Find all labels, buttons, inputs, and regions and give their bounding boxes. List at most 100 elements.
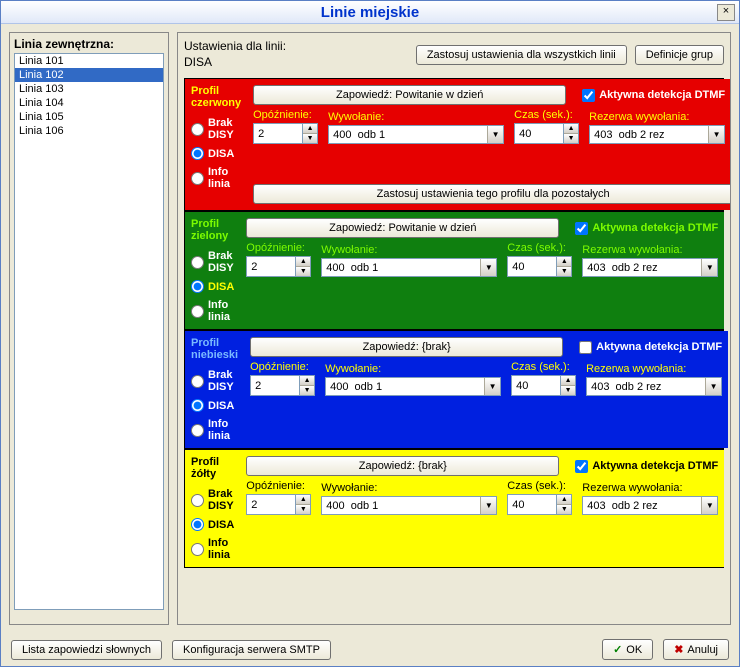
- mode-disa-radio[interactable]: DISA: [191, 280, 234, 293]
- mode-brak-disy-radio[interactable]: Brak DISY: [191, 369, 238, 393]
- apply-profile-rest-button[interactable]: Zastosuj ustawienia tego profilu dla poz…: [253, 184, 731, 204]
- close-button[interactable]: ×: [717, 4, 735, 21]
- spin-up-icon[interactable]: ▲: [296, 257, 310, 267]
- profile-blue: Profil niebieski Brak DISY DISA Info lin…: [184, 330, 724, 449]
- cancel-button[interactable]: ✖Anuluj: [663, 639, 729, 660]
- chevron-down-icon[interactable]: ▼: [480, 497, 496, 514]
- field-label: Rezerwa wywołania:: [582, 244, 718, 256]
- spin-down-icon[interactable]: ▼: [557, 505, 571, 514]
- voice-announcements-button[interactable]: Lista zapowiedzi słownych: [11, 640, 162, 660]
- announcement-button[interactable]: Zapowiedź: {brak}: [250, 337, 563, 357]
- mode-info-linia-radio[interactable]: Info linia: [191, 537, 234, 561]
- spin-down-icon[interactable]: ▼: [303, 134, 317, 143]
- spin-down-icon[interactable]: ▼: [564, 134, 578, 143]
- spin-up-icon[interactable]: ▲: [296, 495, 310, 505]
- smtp-config-button[interactable]: Konfiguracja serwera SMTP: [172, 640, 331, 660]
- reserve-combo[interactable]: ▼: [586, 377, 722, 396]
- check-icon: ✓: [613, 643, 622, 656]
- line-item[interactable]: Linia 101: [15, 54, 163, 68]
- call-combo[interactable]: ▼: [325, 377, 501, 396]
- profile-title: Profil zielony: [191, 218, 234, 242]
- chevron-down-icon[interactable]: ▼: [480, 259, 496, 276]
- spin-down-icon[interactable]: ▼: [300, 386, 314, 395]
- announcement-button[interactable]: Zapowiedź: Powitanie w dzień: [253, 85, 566, 105]
- line-item[interactable]: Linia 105: [15, 110, 163, 124]
- announcement-button[interactable]: Zapowiedź: Powitanie w dzień: [246, 218, 559, 238]
- call-combo[interactable]: ▼: [321, 258, 497, 277]
- time-spinner[interactable]: ▲▼: [511, 375, 576, 396]
- settings-panel: Ustawienia dla linii: DISA Zastosuj usta…: [177, 32, 731, 625]
- time-spinner[interactable]: ▲▼: [514, 123, 579, 144]
- profile-title: Profil niebieski: [191, 337, 238, 361]
- dtmf-checkbox[interactable]: Aktywna detekcja DTMF: [575, 222, 718, 235]
- spin-down-icon[interactable]: ▼: [296, 505, 310, 514]
- spin-up-icon[interactable]: ▲: [564, 124, 578, 134]
- delay-spinner[interactable]: ▲▼: [253, 123, 318, 144]
- time-spinner[interactable]: ▲▼: [507, 494, 572, 515]
- external-line-panel: Linia zewnętrzna: Linia 101Linia 102Lini…: [9, 32, 169, 625]
- spin-up-icon[interactable]: ▲: [303, 124, 317, 134]
- field-label: Czas (sek.):: [511, 361, 576, 373]
- line-item[interactable]: Linia 103: [15, 82, 163, 96]
- window-title: Linie miejskie: [321, 4, 419, 21]
- x-icon: ✖: [674, 643, 683, 656]
- field-label: Opóźnienie:: [246, 480, 311, 492]
- field-label: Rezerwa wywołania:: [582, 482, 718, 494]
- chevron-down-icon[interactable]: ▼: [484, 378, 500, 395]
- profile-yellow: Profil żółty Brak DISY DISA Info liniaZa…: [184, 449, 724, 568]
- line-listbox[interactable]: Linia 101Linia 102Linia 103Linia 104Lini…: [14, 53, 164, 610]
- chevron-down-icon[interactable]: ▼: [701, 259, 717, 276]
- call-combo[interactable]: ▼: [321, 496, 497, 515]
- dtmf-checkbox[interactable]: Aktywna detekcja DTMF: [582, 89, 725, 102]
- delay-spinner[interactable]: ▲▼: [246, 494, 311, 515]
- spin-down-icon[interactable]: ▼: [296, 267, 310, 276]
- spin-up-icon[interactable]: ▲: [557, 257, 571, 267]
- line-item[interactable]: Linia 102: [15, 68, 163, 82]
- spin-up-icon[interactable]: ▲: [561, 376, 575, 386]
- profile-red: Profil czerwony Brak DISY DISA Info lini…: [184, 78, 724, 211]
- settings-header: Ustawienia dla linii: DISA: [184, 39, 408, 70]
- reserve-combo[interactable]: ▼: [582, 258, 718, 277]
- mode-disa-radio[interactable]: DISA: [191, 147, 241, 160]
- mode-info-linia-radio[interactable]: Info linia: [191, 418, 238, 442]
- mode-info-linia-radio[interactable]: Info linia: [191, 299, 234, 323]
- group-definitions-button[interactable]: Definicje grup: [635, 45, 724, 65]
- mode-info-linia-radio[interactable]: Info linia: [191, 166, 241, 190]
- dtmf-checkbox[interactable]: Aktywna detekcja DTMF: [579, 341, 722, 354]
- delay-spinner[interactable]: ▲▼: [246, 256, 311, 277]
- spin-down-icon[interactable]: ▼: [557, 267, 571, 276]
- field-label: Rezerwa wywołania:: [589, 111, 725, 123]
- reserve-combo[interactable]: ▼: [589, 125, 725, 144]
- mode-disa-radio[interactable]: DISA: [191, 399, 238, 412]
- reserve-combo[interactable]: ▼: [582, 496, 718, 515]
- line-item[interactable]: Linia 104: [15, 96, 163, 110]
- call-combo[interactable]: ▼: [328, 125, 504, 144]
- field-label: Rezerwa wywołania:: [586, 363, 722, 375]
- field-label: Wywołanie:: [328, 111, 504, 123]
- spin-down-icon[interactable]: ▼: [561, 386, 575, 395]
- mode-brak-disy-radio[interactable]: Brak DISY: [191, 117, 241, 141]
- time-spinner[interactable]: ▲▼: [507, 256, 572, 277]
- external-line-label: Linia zewnętrzna:: [14, 37, 164, 51]
- ok-button[interactable]: ✓OK: [602, 639, 653, 660]
- field-label: Opóźnienie:: [250, 361, 315, 373]
- field-label: Wywołanie:: [321, 482, 497, 494]
- delay-spinner[interactable]: ▲▼: [250, 375, 315, 396]
- apply-all-lines-button[interactable]: Zastosuj ustawienia dla wszystkich linii: [416, 45, 627, 65]
- chevron-down-icon[interactable]: ▼: [705, 378, 721, 395]
- mode-disa-radio[interactable]: DISA: [191, 518, 234, 531]
- field-label: Opóźnienie:: [253, 109, 318, 121]
- line-item[interactable]: Linia 106: [15, 124, 163, 138]
- announcement-button[interactable]: Zapowiedź: {brak}: [246, 456, 559, 476]
- mode-brak-disy-radio[interactable]: Brak DISY: [191, 250, 234, 274]
- profile-green: Profil zielony Brak DISY DISA Info linia…: [184, 211, 724, 330]
- chevron-down-icon[interactable]: ▼: [487, 126, 503, 143]
- field-label: Opóźnienie:: [246, 242, 311, 254]
- spin-up-icon[interactable]: ▲: [557, 495, 571, 505]
- field-label: Czas (sek.):: [507, 480, 572, 492]
- dtmf-checkbox[interactable]: Aktywna detekcja DTMF: [575, 460, 718, 473]
- mode-brak-disy-radio[interactable]: Brak DISY: [191, 488, 234, 512]
- spin-up-icon[interactable]: ▲: [300, 376, 314, 386]
- chevron-down-icon[interactable]: ▼: [708, 126, 724, 143]
- chevron-down-icon[interactable]: ▼: [701, 497, 717, 514]
